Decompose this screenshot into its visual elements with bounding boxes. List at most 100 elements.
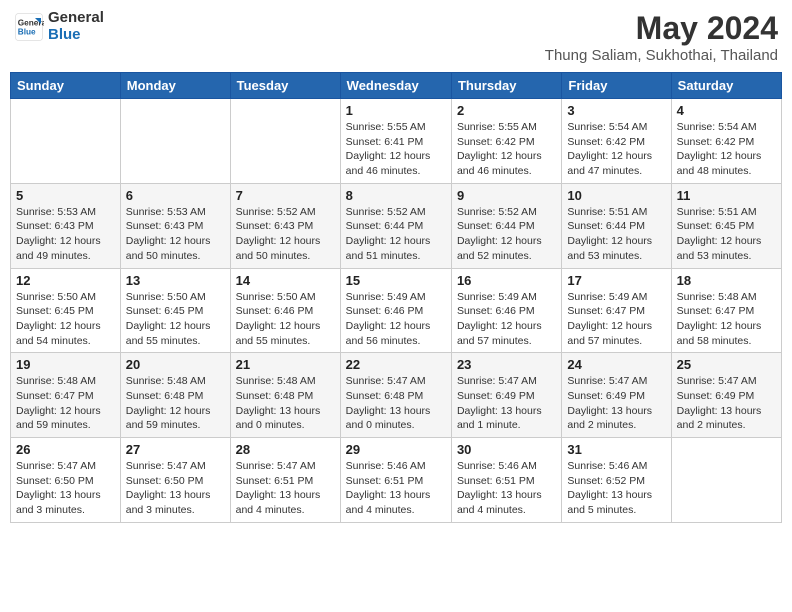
calendar-cell: 12Sunrise: 5:50 AM Sunset: 6:45 PM Dayli… [11, 268, 121, 353]
logo-general: General [48, 10, 104, 27]
day-info: Sunrise: 5:46 AM Sunset: 6:51 PM Dayligh… [346, 459, 446, 518]
day-info: Sunrise: 5:52 AM Sunset: 6:44 PM Dayligh… [457, 205, 556, 264]
calendar-cell: 4Sunrise: 5:54 AM Sunset: 6:42 PM Daylig… [671, 99, 781, 184]
day-info: Sunrise: 5:53 AM Sunset: 6:43 PM Dayligh… [126, 205, 225, 264]
logo-blue: Blue [48, 27, 104, 44]
calendar-cell: 9Sunrise: 5:52 AM Sunset: 6:44 PM Daylig… [451, 183, 561, 268]
calendar-day-header: Thursday [451, 73, 561, 99]
day-info: Sunrise: 5:51 AM Sunset: 6:44 PM Dayligh… [567, 205, 665, 264]
logo-icon: General Blue [14, 12, 44, 42]
calendar-cell: 23 Sunrise: 5:47 AM Sunset: 6:49 PM Dayli… [451, 353, 561, 438]
calendar-table: SundayMondayTuesdayWednesdayThursdayFrid… [10, 72, 782, 523]
calendar-cell: 25 Sunrise: 5:47 AM Sunset: 6:49 PM Dayli… [671, 353, 781, 438]
calendar-cell: 11Sunrise: 5:51 AM Sunset: 6:45 PM Dayli… [671, 183, 781, 268]
calendar-cell: 29Sunrise: 5:46 AM Sunset: 6:51 PM Dayli… [340, 438, 451, 523]
day-number: 8 [346, 188, 446, 203]
day-number: 22 [346, 357, 446, 372]
calendar-cell [230, 99, 340, 184]
calendar-cell: 20Sunrise: 5:48 AM Sunset: 6:48 PM Dayli… [120, 353, 230, 438]
calendar-week-row: 1Sunrise: 5:55 AM Sunset: 6:41 PM Daylig… [11, 99, 782, 184]
day-number: 7 [236, 188, 335, 203]
calendar-cell: 28 Sunrise: 5:47 AM Sunset: 6:51 PM Dayli… [230, 438, 340, 523]
calendar-cell: 13 Sunrise: 5:50 AM Sunset: 6:45 PM Dayli… [120, 268, 230, 353]
calendar-cell: 1Sunrise: 5:55 AM Sunset: 6:41 PM Daylig… [340, 99, 451, 184]
day-info: Sunrise: 5:54 AM Sunset: 6:42 PM Dayligh… [677, 120, 776, 179]
day-number: 16 [457, 273, 556, 288]
day-info: Sunrise: 5:47 AM Sunset: 6:50 PM Dayligh… [126, 459, 225, 518]
day-info: Sunrise: 5:52 AM Sunset: 6:44 PM Dayligh… [346, 205, 446, 264]
day-number: 6 [126, 188, 225, 203]
calendar-day-header: Sunday [11, 73, 121, 99]
calendar-cell: 7 Sunrise: 5:52 AM Sunset: 6:43 PM Daylig… [230, 183, 340, 268]
day-info: Sunrise: 5:50 AM Sunset: 6:45 PM Dayligh… [126, 290, 225, 349]
calendar-header-row: SundayMondayTuesdayWednesdayThursdayFrid… [11, 73, 782, 99]
day-number: 30 [457, 442, 556, 457]
calendar-cell: 19 Sunrise: 5:48 AM Sunset: 6:47 PM Dayli… [11, 353, 121, 438]
calendar-cell: 5 Sunrise: 5:53 AM Sunset: 6:43 PM Daylig… [11, 183, 121, 268]
day-number: 31 [567, 442, 665, 457]
day-number: 20 [126, 357, 225, 372]
calendar-cell: 17Sunrise: 5:49 AM Sunset: 6:47 PM Dayli… [562, 268, 671, 353]
calendar-cell: 27Sunrise: 5:47 AM Sunset: 6:50 PM Dayli… [120, 438, 230, 523]
day-info: Sunrise: 5:48 AM Sunset: 6:47 PM Dayligh… [677, 290, 776, 349]
calendar-cell: 16 Sunrise: 5:49 AM Sunset: 6:46 PM Dayli… [451, 268, 561, 353]
subtitle: Thung Saliam, Sukhothai, Thailand [545, 47, 778, 64]
day-number: 2 [457, 103, 556, 118]
day-number: 17 [567, 273, 665, 288]
day-info: Sunrise: 5:47 AM Sunset: 6:49 PM Dayligh… [457, 374, 556, 433]
day-info: Sunrise: 5:48 AM Sunset: 6:48 PM Dayligh… [236, 374, 335, 433]
calendar-cell [120, 99, 230, 184]
day-info: Sunrise: 5:46 AM Sunset: 6:51 PM Dayligh… [457, 459, 556, 518]
day-info: Sunrise: 5:48 AM Sunset: 6:47 PM Dayligh… [16, 374, 115, 433]
day-number: 24 [567, 357, 665, 372]
calendar-cell: 22 Sunrise: 5:47 AM Sunset: 6:48 PM Dayli… [340, 353, 451, 438]
day-number: 26 [16, 442, 115, 457]
day-number: 19 [16, 357, 115, 372]
calendar-day-header: Tuesday [230, 73, 340, 99]
day-info: Sunrise: 5:53 AM Sunset: 6:43 PM Dayligh… [16, 205, 115, 264]
calendar-week-row: 26 Sunrise: 5:47 AM Sunset: 6:50 PM Dayli… [11, 438, 782, 523]
title-block: May 2024 Thung Saliam, Sukhothai, Thaila… [545, 10, 778, 64]
day-info: Sunrise: 5:47 AM Sunset: 6:49 PM Dayligh… [677, 374, 776, 433]
calendar-week-row: 5 Sunrise: 5:53 AM Sunset: 6:43 PM Daylig… [11, 183, 782, 268]
calendar-cell: 2 Sunrise: 5:55 AM Sunset: 6:42 PM Daylig… [451, 99, 561, 184]
calendar-day-header: Friday [562, 73, 671, 99]
calendar-cell: 26 Sunrise: 5:47 AM Sunset: 6:50 PM Dayli… [11, 438, 121, 523]
calendar-week-row: 19 Sunrise: 5:48 AM Sunset: 6:47 PM Dayli… [11, 353, 782, 438]
day-number: 10 [567, 188, 665, 203]
day-number: 3 [567, 103, 665, 118]
day-info: Sunrise: 5:47 AM Sunset: 6:49 PM Dayligh… [567, 374, 665, 433]
day-info: Sunrise: 5:49 AM Sunset: 6:46 PM Dayligh… [346, 290, 446, 349]
calendar-cell: 18 Sunrise: 5:48 AM Sunset: 6:47 PM Dayli… [671, 268, 781, 353]
day-info: Sunrise: 5:55 AM Sunset: 6:42 PM Dayligh… [457, 120, 556, 179]
day-info: Sunrise: 5:50 AM Sunset: 6:46 PM Dayligh… [236, 290, 335, 349]
calendar-cell: 21Sunrise: 5:48 AM Sunset: 6:48 PM Dayli… [230, 353, 340, 438]
day-info: Sunrise: 5:49 AM Sunset: 6:46 PM Dayligh… [457, 290, 556, 349]
day-number: 25 [677, 357, 776, 372]
logo: General Blue General Blue [14, 10, 104, 43]
calendar-cell [11, 99, 121, 184]
calendar-cell: 24 Sunrise: 5:47 AM Sunset: 6:49 PM Dayli… [562, 353, 671, 438]
day-info: Sunrise: 5:47 AM Sunset: 6:48 PM Dayligh… [346, 374, 446, 433]
day-number: 14 [236, 273, 335, 288]
day-info: Sunrise: 5:47 AM Sunset: 6:50 PM Dayligh… [16, 459, 115, 518]
day-number: 12 [16, 273, 115, 288]
calendar-cell: 30 Sunrise: 5:46 AM Sunset: 6:51 PM Dayli… [451, 438, 561, 523]
day-info: Sunrise: 5:55 AM Sunset: 6:41 PM Dayligh… [346, 120, 446, 179]
day-number: 5 [16, 188, 115, 203]
calendar-day-header: Monday [120, 73, 230, 99]
day-info: Sunrise: 5:52 AM Sunset: 6:43 PM Dayligh… [236, 205, 335, 264]
calendar-cell [671, 438, 781, 523]
calendar-cell: 6 Sunrise: 5:53 AM Sunset: 6:43 PM Daylig… [120, 183, 230, 268]
calendar-week-row: 12 Sunrise: 5:50 AM Sunset: 6:45 PM Dayli… [11, 268, 782, 353]
day-number: 18 [677, 273, 776, 288]
day-info: Sunrise: 5:47 AM Sunset: 6:51 PM Dayligh… [236, 459, 335, 518]
day-number: 23 [457, 357, 556, 372]
day-info: Sunrise: 5:54 AM Sunset: 6:42 PM Dayligh… [567, 120, 665, 179]
day-number: 28 [236, 442, 335, 457]
calendar-cell: 31Sunrise: 5:46 AM Sunset: 6:52 PM Dayli… [562, 438, 671, 523]
main-title: May 2024 [545, 10, 778, 47]
day-number: 15 [346, 273, 446, 288]
day-number: 13 [126, 273, 225, 288]
calendar-day-header: Saturday [671, 73, 781, 99]
